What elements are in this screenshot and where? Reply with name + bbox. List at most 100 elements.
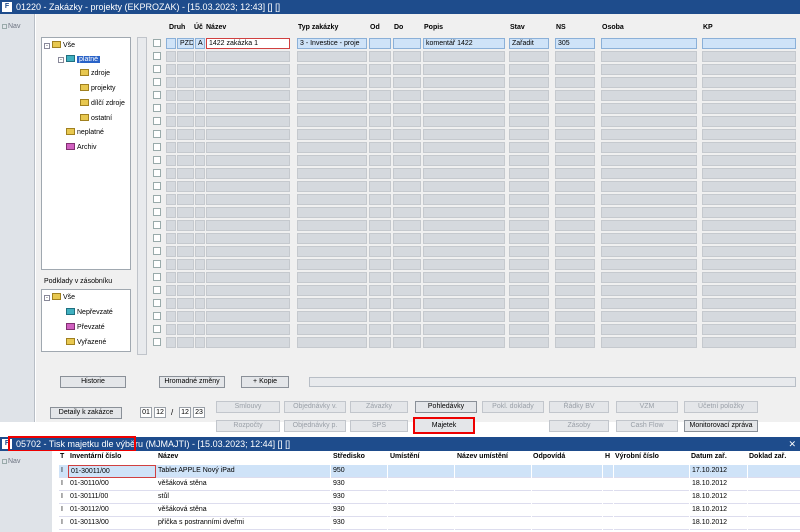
table-cell[interactable] [166, 272, 176, 283]
table-cell[interactable] [748, 517, 800, 530]
table-cell[interactable] [509, 77, 549, 88]
table-cell[interactable] [297, 311, 367, 322]
table-cell[interactable] [555, 285, 595, 296]
table-cell[interactable] [177, 77, 194, 88]
row-checkbox[interactable] [153, 221, 161, 229]
table-cell[interactable] [166, 155, 176, 166]
table-cell[interactable]: PZD [177, 38, 194, 49]
table-cell[interactable] [393, 233, 421, 244]
table-cell[interactable] [369, 259, 391, 270]
table-cell[interactable] [297, 337, 367, 348]
table-cell[interactable] [455, 504, 531, 517]
table-cell[interactable] [177, 168, 194, 179]
table-cell[interactable] [388, 478, 454, 491]
table-cell[interactable] [509, 155, 549, 166]
table-cell[interactable] [423, 324, 505, 335]
table-cell[interactable] [614, 517, 689, 530]
table-cell[interactable] [195, 233, 205, 244]
table-cell[interactable] [195, 142, 205, 153]
row-checkbox[interactable] [153, 169, 161, 177]
table-cell[interactable] [601, 77, 697, 88]
collapse-icon[interactable]: - [58, 57, 64, 63]
table-cell[interactable] [555, 90, 595, 101]
table-cell[interactable]: 18.10.2012 [690, 478, 747, 491]
table-cell[interactable] [297, 285, 367, 296]
table-cell[interactable] [206, 129, 290, 140]
header-druh[interactable]: Druh [169, 24, 185, 31]
table-cell[interactable] [601, 207, 697, 218]
table-cell[interactable] [195, 207, 205, 218]
table-cell[interactable] [423, 168, 505, 179]
table-cell[interactable] [393, 337, 421, 348]
table-cell[interactable] [455, 517, 531, 530]
table-cell[interactable] [423, 77, 505, 88]
table-cell[interactable] [195, 168, 205, 179]
table-cell[interactable] [614, 465, 689, 478]
table-cell[interactable] [603, 504, 613, 517]
table-cell[interactable] [601, 311, 697, 322]
table-cell[interactable] [369, 64, 391, 75]
table-cell[interactable] [166, 259, 176, 270]
smlouvy-button[interactable]: Smlouvy [216, 401, 280, 413]
table-cell[interactable] [177, 51, 194, 62]
table-cell[interactable] [166, 168, 176, 179]
zasoby-button[interactable]: Zásoby [549, 420, 609, 432]
row-checkbox[interactable] [153, 156, 161, 164]
table-cell[interactable]: 18.10.2012 [690, 491, 747, 504]
header-nazev[interactable]: Název [206, 24, 226, 31]
table-cell[interactable] [177, 129, 194, 140]
table-cell[interactable] [177, 259, 194, 270]
table-cell[interactable] [614, 478, 689, 491]
table-cell[interactable] [555, 272, 595, 283]
table-cell[interactable] [423, 272, 505, 283]
table-cell[interactable] [297, 259, 367, 270]
table-cell[interactable] [601, 194, 697, 205]
table-cell[interactable] [509, 142, 549, 153]
table-cell[interactable] [393, 38, 421, 49]
table-cell[interactable] [177, 324, 194, 335]
table-cell[interactable]: 18.10.2012 [690, 517, 747, 530]
table-cell[interactable] [601, 285, 697, 296]
table-cell[interactable] [369, 142, 391, 153]
table-cell[interactable] [601, 64, 697, 75]
table-cell[interactable] [166, 129, 176, 140]
table-cell[interactable] [297, 233, 367, 244]
header-od[interactable]: Od [370, 24, 380, 31]
table-cell[interactable] [555, 168, 595, 179]
table-cell[interactable] [555, 259, 595, 270]
table-cell[interactable] [393, 103, 421, 114]
table-cell[interactable] [748, 465, 800, 478]
header-do[interactable]: Do [394, 24, 403, 31]
table-cell[interactable] [166, 246, 176, 257]
collapse-icon[interactable]: - [44, 295, 50, 301]
table-cell[interactable] [166, 103, 176, 114]
table-cell[interactable] [555, 298, 595, 309]
table-cell[interactable] [206, 259, 290, 270]
table-cell[interactable] [509, 64, 549, 75]
table-cell[interactable] [555, 103, 595, 114]
table-cell[interactable] [369, 51, 391, 62]
table-cell[interactable]: 01-30111/00 [68, 491, 156, 504]
table-cell[interactable] [393, 311, 421, 322]
table-cell[interactable] [206, 90, 290, 101]
table-cell[interactable] [601, 168, 697, 179]
table-cell[interactable] [177, 246, 194, 257]
table-cell[interactable]: I [59, 491, 68, 504]
table-cell[interactable] [702, 324, 796, 335]
row-checkbox[interactable] [153, 260, 161, 268]
table-cell[interactable] [177, 90, 194, 101]
row-checkbox[interactable] [153, 39, 161, 47]
table-cell[interactable] [702, 337, 796, 348]
table-cell[interactable] [509, 51, 549, 62]
table-cell[interactable] [195, 285, 205, 296]
table-cell[interactable] [748, 478, 800, 491]
table-cell[interactable] [601, 116, 697, 127]
table-cell[interactable] [297, 220, 367, 231]
table-cell[interactable] [388, 491, 454, 504]
table-cell[interactable] [166, 77, 176, 88]
table-cell[interactable] [177, 64, 194, 75]
tree-item-projekty[interactable]: projekty [80, 84, 116, 94]
date-from-day[interactable]: 01 [140, 407, 152, 418]
table-cell[interactable] [601, 103, 697, 114]
objednavky-p-button[interactable]: Objednávky p. [284, 420, 346, 432]
